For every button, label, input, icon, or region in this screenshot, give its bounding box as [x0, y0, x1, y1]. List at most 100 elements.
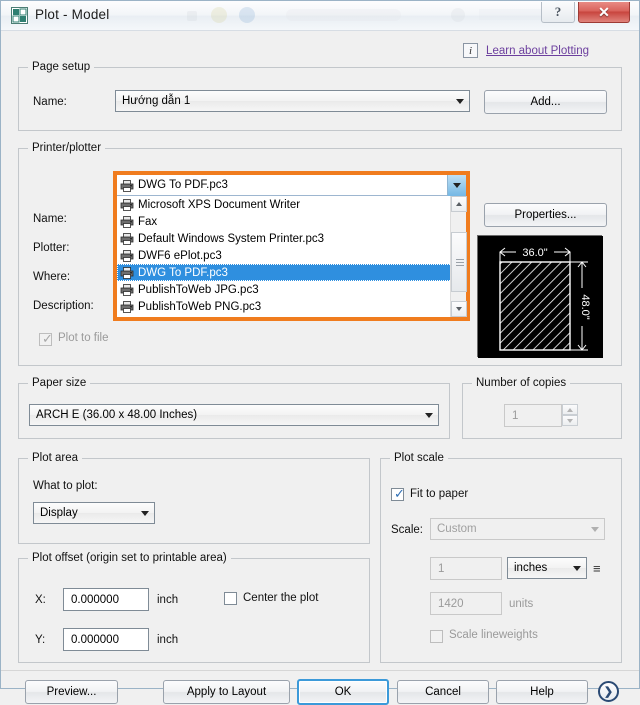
- cancel-button[interactable]: Cancel: [397, 680, 489, 704]
- printer-option-item[interactable]: DWF6 ePlot.pc3: [117, 247, 466, 264]
- chevron-down-icon[interactable]: [447, 175, 466, 196]
- offset-x-value: 0.000000: [71, 593, 119, 606]
- scale-lineweights-checkbox[interactable]: [430, 630, 443, 643]
- copies-group: Number of copies 1: [462, 377, 622, 439]
- fit-to-paper-checkbox[interactable]: ✓: [391, 486, 405, 501]
- offset-x-input[interactable]: 0.000000: [63, 588, 149, 611]
- printer-name-combo-field[interactable]: DWG To PDF.pc3: [117, 175, 466, 196]
- offset-y-input[interactable]: 0.000000: [63, 628, 149, 651]
- check-icon: ✓: [394, 486, 405, 501]
- scale-numerator-value: 1: [438, 562, 445, 575]
- learn-about-plotting-link[interactable]: Learn about Plotting: [486, 45, 589, 57]
- preview-button[interactable]: Preview...: [25, 680, 118, 704]
- paper-size-group-title: Paper size: [28, 377, 91, 389]
- printer-icon: [120, 284, 134, 296]
- printer-option-label: PublishToWeb PNG.pc3: [138, 300, 262, 313]
- printer-options-list[interactable]: Microsoft XPS Document Writer Fax Defaul…: [117, 196, 466, 317]
- background-ghost-toolbar: [187, 11, 197, 21]
- printer-icon: [120, 179, 134, 192]
- add-page-setup-button[interactable]: Add...: [484, 90, 607, 114]
- printer-option-item[interactable]: PublishToWeb PNG.pc3: [117, 298, 466, 315]
- printer-option-label: Default Windows System Printer.pc3: [138, 232, 324, 245]
- printer-properties-button[interactable]: Properties...: [484, 203, 607, 227]
- window-title: Plot - Model: [35, 7, 110, 22]
- printer-option-item[interactable]: DWG To PDF.pc3: [117, 264, 466, 281]
- titlebar-help-button[interactable]: ?: [541, 2, 575, 23]
- plot-scale-group-title: Plot scale: [390, 452, 448, 464]
- apply-to-layout-button[interactable]: Apply to Layout: [163, 680, 290, 704]
- copies-stepper[interactable]: [562, 404, 578, 427]
- scale-units-label: units: [509, 598, 534, 610]
- printer-option-label: Fax: [138, 215, 158, 228]
- plot-offset-group-title: Plot offset (origin set to printable are…: [28, 552, 231, 564]
- center-the-plot-label: Center the plot: [243, 592, 319, 604]
- offset-y-label: Y:: [35, 634, 46, 646]
- what-to-plot-combo[interactable]: Display: [33, 502, 155, 524]
- plot-dialog-window: Plot - Model ? ✕ i Learn about Plotting …: [0, 0, 640, 705]
- background-ghost-icon-3: [451, 8, 465, 22]
- title-bar: Plot - Model ? ✕: [1, 1, 639, 31]
- background-ghost-field-2: [479, 9, 541, 20]
- scale-numerator-input[interactable]: 1: [430, 557, 502, 580]
- paper-size-combo[interactable]: ARCH E (36.00 x 48.00 Inches): [29, 404, 439, 426]
- scrollbar-thumb[interactable]: [451, 232, 467, 292]
- page-setup-name-value: Hướng dẫn 1: [122, 95, 191, 107]
- chevron-down-icon: [586, 520, 603, 538]
- plot-to-file-checkbox[interactable]: ✓: [39, 332, 53, 346]
- printer-name-selected-value: DWG To PDF.pc3: [138, 179, 228, 191]
- offset-y-unit: inch: [157, 634, 179, 646]
- chevron-down-icon: [136, 504, 153, 522]
- plot-area-group: Plot area What to plot: Display: [18, 452, 370, 544]
- scale-label: Scale:: [391, 524, 423, 536]
- help-button[interactable]: Help: [496, 680, 588, 704]
- fit-to-paper-label: Fit to paper: [410, 488, 469, 500]
- chevron-down-icon: [420, 406, 437, 424]
- printer-option-item[interactable]: Default Windows System Printer.pc3: [117, 230, 466, 247]
- printer-name-label: Name:: [33, 213, 67, 225]
- printer-option-item[interactable]: PublishToWeb JPG.pc3: [117, 281, 466, 298]
- scale-unit-combo[interactable]: inches: [507, 557, 587, 579]
- background-ghost-icon-1: [211, 7, 227, 23]
- dialog-body: i Learn about Plotting Page setup Name: …: [1, 31, 639, 705]
- copies-value: 1: [512, 409, 519, 422]
- chevron-down-icon: [568, 559, 585, 577]
- paper-size-value: ARCH E (36.00 x 48.00 Inches): [36, 409, 198, 421]
- background-ghost-icon-2: [239, 7, 255, 23]
- printer-plotter-label: Plotter:: [33, 242, 70, 254]
- stepper-down-icon[interactable]: [562, 415, 578, 426]
- center-the-plot-checkbox[interactable]: [224, 592, 237, 605]
- printer-icon: [120, 267, 134, 279]
- printer-icon: [120, 250, 134, 262]
- plot-scale-group: Plot scale ✓ Fit to paper Scale: Custom …: [380, 452, 622, 663]
- learn-about-plotting-row: i Learn about Plotting: [463, 43, 589, 58]
- printer-icon: [120, 199, 134, 211]
- printer-option-item[interactable]: Fax: [117, 213, 466, 230]
- copies-input[interactable]: 1: [504, 404, 562, 427]
- offset-x-label: X:: [35, 594, 46, 606]
- plot-area-group-title: Plot area: [28, 452, 83, 464]
- printer-list-scrollbar[interactable]: [450, 196, 467, 317]
- titlebar-close-button[interactable]: ✕: [578, 2, 630, 23]
- scale-combo[interactable]: Custom: [430, 518, 605, 540]
- plot-to-file-label: Plot to file: [58, 332, 109, 344]
- ok-button[interactable]: OK: [297, 679, 389, 705]
- stepper-up-icon[interactable]: [562, 404, 578, 415]
- scroll-up-icon[interactable]: [451, 196, 467, 212]
- printer-option-item[interactable]: Microsoft XPS Document Writer: [117, 196, 466, 213]
- scroll-down-icon[interactable]: [451, 301, 467, 317]
- page-setup-name-combo[interactable]: Hướng dẫn 1: [115, 90, 470, 112]
- printer-name-dropdown[interactable]: DWG To PDF.pc3 Microsoft XPS Document Wr…: [113, 171, 470, 321]
- scale-denominator-value: 1420: [438, 597, 464, 610]
- paper-size-group: Paper size ARCH E (36.00 x 48.00 Inches): [18, 377, 450, 439]
- scale-lineweights-label: Scale lineweights: [449, 629, 538, 641]
- expand-options-button[interactable]: ❯: [598, 681, 619, 702]
- background-ghost-field-1: [286, 9, 401, 21]
- printer-option-label: DWG To PDF.pc3: [138, 266, 228, 279]
- scale-denominator-input[interactable]: 1420: [430, 592, 502, 615]
- chevron-down-icon: [451, 92, 468, 110]
- autocad-plot-icon: [11, 7, 28, 24]
- chevron-right-icon: ❯: [603, 686, 614, 698]
- page-setup-name-label: Name:: [33, 96, 67, 108]
- printer-option-label: Microsoft XPS Document Writer: [138, 198, 301, 211]
- footer-divider: [1, 670, 639, 671]
